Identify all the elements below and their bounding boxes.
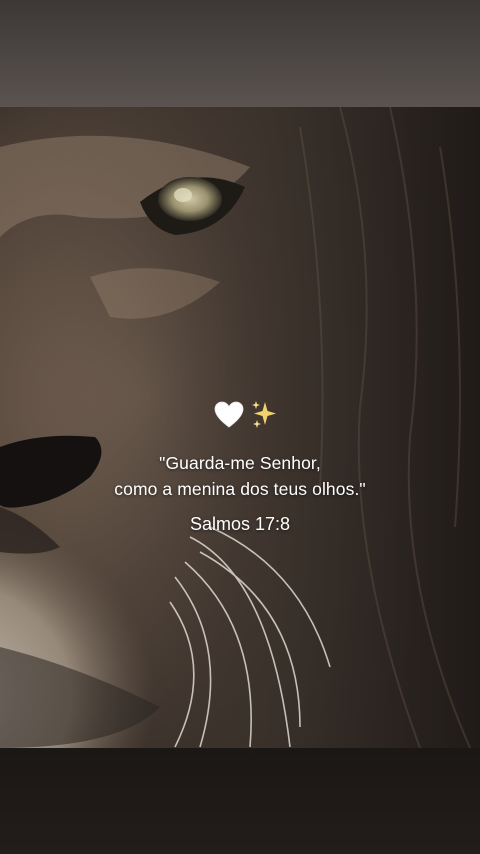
top-background-band [0,0,480,107]
emoji-row [12,400,480,434]
bottom-background-band [0,748,480,854]
quote-line-1: "Guarda-me Senhor, [159,453,321,473]
story-text-overlay: "Guarda-me Senhor, como a menina dos teu… [0,400,480,535]
bible-quote: "Guarda-me Senhor, como a menina dos teu… [0,450,480,502]
sparkles-icon [250,400,278,434]
story-screen: "Guarda-me Senhor, como a menina dos teu… [0,0,480,854]
white-heart-icon [214,401,244,433]
verse-reference: Salmos 17:8 [189,514,291,534]
quote-line-2: como a menina dos teus olhos." [114,479,366,499]
